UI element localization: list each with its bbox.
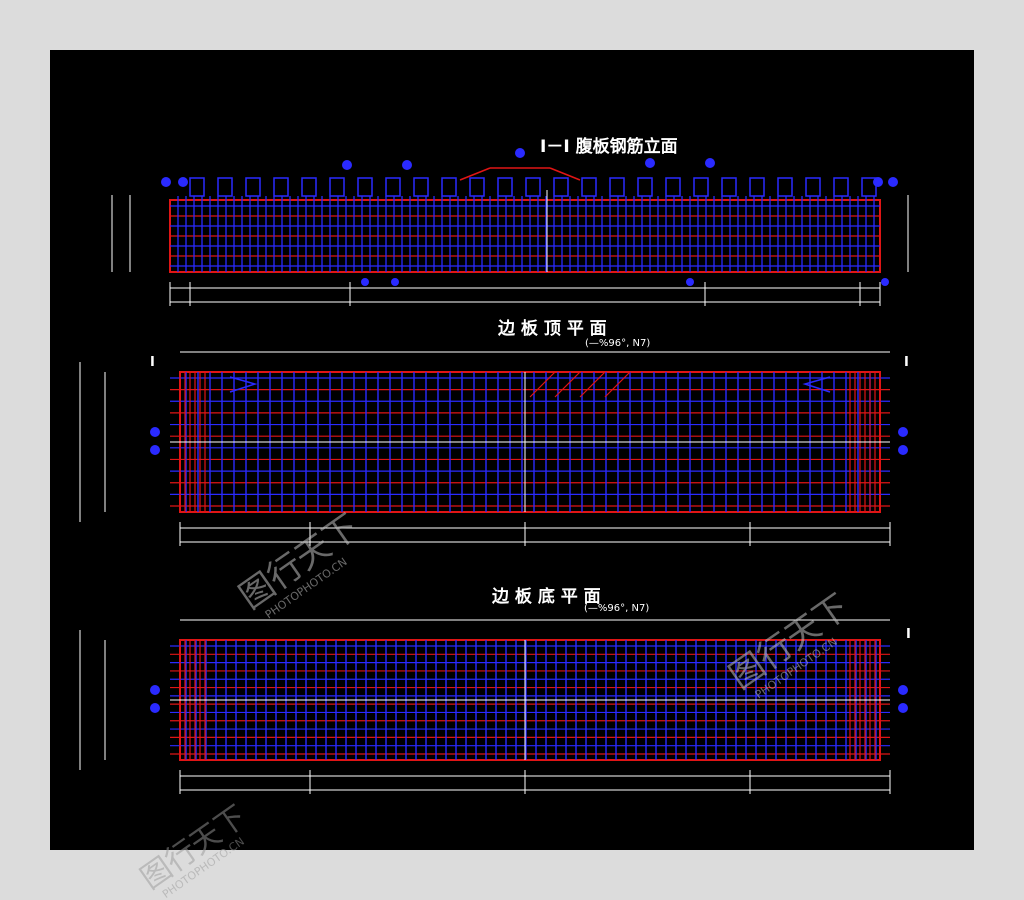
elevation-stirrup-hook xyxy=(273,177,289,197)
cad-drawing-canvas: I－I 腹板钢筋立面 边 板 顶 平 面 (—%96°, N7) I I 边 板… xyxy=(50,50,974,850)
elevation-stirrup-hook xyxy=(665,177,681,197)
elevation-rebar-body xyxy=(161,148,898,286)
elevation-stirrup-hook xyxy=(777,177,793,197)
bottom-plan-view: 边 板 底 平 面 (—%96°, N7) I xyxy=(79,586,911,794)
elevation-callout-bubble xyxy=(873,177,883,187)
elevation-callout-bubble xyxy=(178,177,188,187)
elevation-callout-bubble xyxy=(705,158,715,168)
elevation-stirrup-hook xyxy=(609,177,625,197)
section-mark-left-top: I xyxy=(150,355,155,370)
elevation-callout-bubble xyxy=(391,278,399,286)
plan-diagonal-bar xyxy=(554,371,581,398)
elevation-stirrup-hook xyxy=(441,177,457,197)
plan-callout-bubble xyxy=(150,445,160,455)
elevation-stirrup-hook xyxy=(637,177,653,197)
elevation-stirrup-hook xyxy=(833,177,849,197)
elevation-callout-bubble xyxy=(686,278,694,286)
top-plan-dimensions xyxy=(79,351,891,546)
watermark-2: 图行天下 PHOTOPHOTO.CN xyxy=(722,587,856,702)
elevation-callout-bubble xyxy=(645,158,655,168)
plan-callout-bubble xyxy=(898,685,908,695)
plan-callout-bubble xyxy=(898,703,908,713)
elevation-stirrup-hook xyxy=(469,177,485,197)
plan-callout-bubble xyxy=(150,427,160,437)
elevation-stirrup-hook xyxy=(385,177,401,197)
elevation-stirrup-hook xyxy=(553,177,569,197)
elevation-stirrup-hook xyxy=(581,177,597,197)
rebar-drawing-svg: I－I 腹板钢筋立面 边 板 顶 平 面 (—%96°, N7) I I 边 板… xyxy=(79,136,911,794)
elevation-stirrup-hook xyxy=(749,177,765,197)
elevation-stirrup-hook xyxy=(497,177,513,197)
elevation-stirrup-hook xyxy=(413,177,429,197)
plan-callout-bubble xyxy=(150,703,160,713)
plan-callout-bubble xyxy=(898,445,908,455)
elevation-stirrup-hook xyxy=(805,177,821,197)
plan-diagonal-bar xyxy=(579,371,606,398)
elevation-stirrup-hook xyxy=(217,177,233,197)
top-plan-subtitle: (—%96°, N7) xyxy=(585,338,650,349)
top-plan-title: 边 板 顶 平 面 xyxy=(497,318,607,339)
elevation-stirrup-hook xyxy=(525,177,541,197)
elevation-stirrup-hook xyxy=(721,177,737,197)
elevation-stirrup-hook xyxy=(329,177,345,197)
top-plan-rebar-body xyxy=(150,371,908,513)
elevation-view: I－I 腹板钢筋立面 xyxy=(111,136,909,306)
elevation-stirrup-hook xyxy=(357,177,373,197)
elevation-stirrup-hook xyxy=(301,177,317,197)
elevation-callout-bubble xyxy=(402,160,412,170)
plan-callout-bubble xyxy=(150,685,160,695)
elevation-callout-bubble xyxy=(161,177,171,187)
section-mark-right-bottom: I xyxy=(906,627,911,642)
bottom-plan-subtitle: (—%96°, N7) xyxy=(584,603,649,614)
elevation-title: I－I 腹板钢筋立面 xyxy=(540,136,678,157)
plan-callout-bubble xyxy=(898,427,908,437)
elevation-stirrup-hook xyxy=(189,177,205,197)
top-plan-view: 边 板 顶 平 面 (—%96°, N7) I I xyxy=(79,318,909,546)
elevation-callout-bubble xyxy=(361,278,369,286)
elevation-stirrup-hook xyxy=(693,177,709,197)
elevation-callout-bubble xyxy=(881,278,889,286)
elevation-dimensions xyxy=(111,195,909,306)
elevation-callout-bubble xyxy=(342,160,352,170)
elevation-callout-bubble xyxy=(515,148,525,158)
elevation-stirrup-hook xyxy=(245,177,261,197)
section-mark-right-top: I xyxy=(904,355,909,370)
elevation-callout-bubble xyxy=(888,177,898,187)
watermark-1: 图行天下 PHOTOPHOTO.CN xyxy=(232,507,366,622)
